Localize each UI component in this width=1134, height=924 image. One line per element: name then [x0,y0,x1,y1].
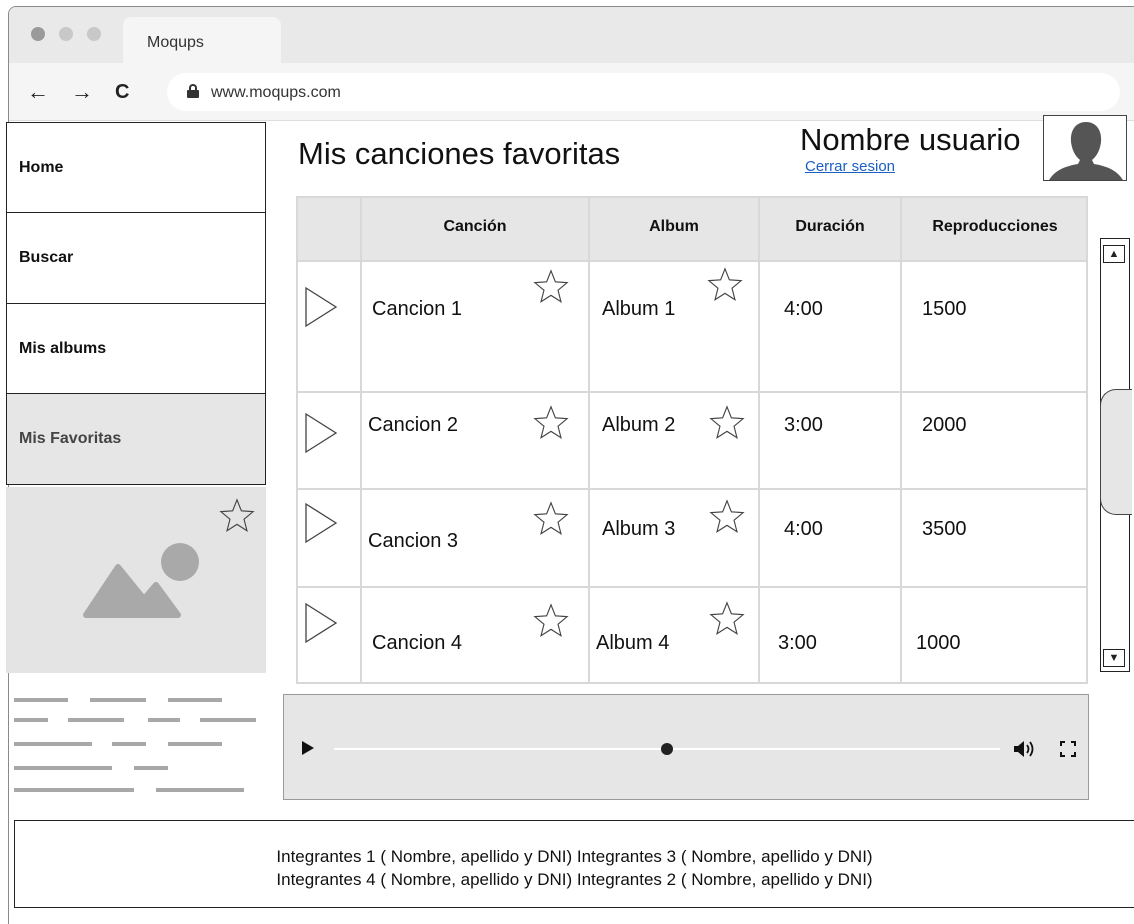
star-icon[interactable] [532,404,570,442]
play-icon[interactable] [304,602,338,644]
column-header-duration[interactable]: Duración [760,218,900,236]
maximize-window-button[interactable] [87,27,101,41]
song-name: Cancion 1 [372,298,463,320]
star-icon[interactable] [708,600,746,638]
footer-line: Integrantes 1 ( Nombre, apellido y DNI) … [276,847,873,866]
song-name: Cancion 4 [372,632,463,654]
sidebar-item-label: Buscar [19,249,74,266]
scroll-up-button[interactable]: ▲ [1103,245,1125,263]
sidebar-item-mis-albums[interactable]: Mis albums [6,303,266,395]
forward-arrow-icon[interactable]: → [71,81,93,103]
song-name: Cancion 2 [368,414,459,436]
sidebar-item-mis-favoritas[interactable]: Mis Favoritas [6,393,266,485]
minimize-window-button[interactable] [59,27,73,41]
fullscreen-icon[interactable] [1060,741,1076,757]
scrollbar-thumb[interactable] [1100,389,1132,515]
favorites-table: Canción Album Duración Reproducciones Ca… [296,196,1088,684]
duration: 4:00 [784,518,823,540]
sidebar-item-label: Home [19,159,64,176]
tab-title: Moqups [147,34,204,51]
play-count: 1000 [916,632,961,654]
sidebar-item-label: Mis Favoritas [19,430,122,447]
play-count: 2000 [922,414,967,436]
duration: 3:00 [784,414,823,436]
reload-icon[interactable]: C [115,81,129,103]
sidebar-item-buscar[interactable]: Buscar [6,212,266,304]
star-icon[interactable] [708,404,746,442]
column-header-song[interactable]: Canción [362,218,588,236]
logout-link[interactable]: Cerrar sesion [805,158,895,175]
play-icon[interactable] [302,741,314,755]
url-text: www.moqups.com [211,84,341,101]
scroll-down-button[interactable]: ▼ [1103,649,1125,667]
vertical-scrollbar[interactable]: ▲ ▼ [1100,238,1132,672]
footer-line: Integrantes 4 ( Nombre, apellido y DNI) … [276,870,873,889]
progress-handle[interactable] [661,743,673,755]
avatar[interactable] [1043,115,1127,181]
tab-bar: Moqups [9,7,1134,63]
play-icon[interactable] [304,502,338,544]
duration: 3:00 [778,632,817,654]
window-controls [31,27,101,41]
album-name: Album 2 [602,414,676,436]
footer-credits: Integrantes 1 ( Nombre, apellido y DNI) … [14,820,1134,908]
browser-tab[interactable]: Moqups [123,17,281,63]
duration: 4:00 [784,298,823,320]
column-header-album[interactable]: Album [590,218,758,236]
audio-player [283,694,1089,800]
close-window-button[interactable] [31,27,45,41]
play-count: 3500 [922,518,967,540]
address-bar[interactable]: www.moqups.com [167,73,1120,111]
album-name: Album 4 [596,632,670,654]
user-name: Nombre usuario [800,122,1021,157]
play-icon[interactable] [304,412,338,454]
sidebar-item-home[interactable]: Home [6,122,266,214]
sidebar-item-label: Mis albums [19,340,107,357]
song-name: Cancion 3 [368,530,459,552]
star-icon[interactable] [706,266,744,304]
page-title: Mis canciones favoritas [298,136,621,171]
play-count: 1500 [922,298,967,320]
volume-icon[interactable] [1012,739,1038,759]
album-name: Album 1 [602,298,676,320]
play-icon[interactable] [304,286,338,328]
album-image-placeholder [6,487,266,673]
back-arrow-icon[interactable]: ← [27,81,49,103]
lock-icon [187,84,199,98]
favorite-star-icon[interactable] [218,497,256,535]
star-icon[interactable] [708,498,746,536]
navigation-bar: ← → C www.moqups.com [9,63,1134,121]
column-header-plays[interactable]: Reproducciones [902,218,1088,236]
star-icon[interactable] [532,602,570,640]
star-icon[interactable] [532,268,570,306]
star-icon[interactable] [532,500,570,538]
user-silhouette-icon [1049,122,1123,180]
album-name: Album 3 [602,518,676,540]
